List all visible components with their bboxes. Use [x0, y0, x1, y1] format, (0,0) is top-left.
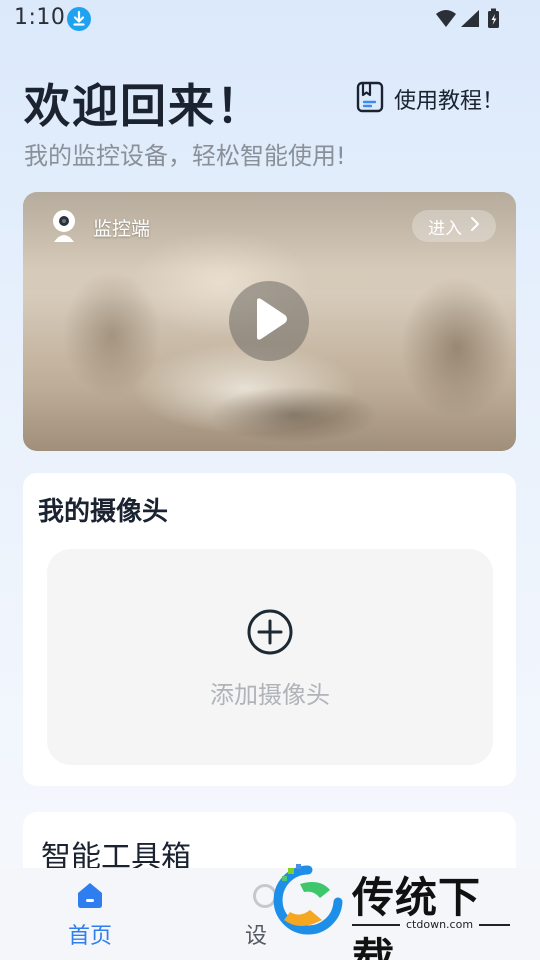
my-cameras-title: 我的摄像头: [38, 497, 169, 527]
add-camera-label: 添加摄像头: [210, 681, 330, 709]
signal-icon: [461, 10, 479, 27]
banner-label: 监控端: [93, 218, 151, 240]
watermark-url: ctdown.com: [400, 918, 480, 931]
book-icon: [356, 81, 384, 117]
nav-home[interactable]: 首页: [60, 880, 120, 952]
nav-device-label: 设: [245, 924, 268, 949]
status-bar: 1:10: [0, 0, 540, 40]
status-icons: [434, 8, 504, 30]
status-time: 1:10: [14, 5, 66, 30]
chevron-right-icon: [470, 216, 480, 237]
watermark-text: 传统下载: [352, 873, 482, 960]
battery-icon: [488, 8, 499, 28]
welcome-title: 欢迎回来！: [24, 79, 264, 133]
tutorial-label: 使用教程！: [393, 89, 504, 114]
welcome-subtitle: 我的监控设备，轻松智能使用!: [24, 142, 346, 170]
camera-icon: [49, 208, 79, 244]
download-icon: [67, 7, 91, 31]
add-camera-button[interactable]: 添加摄像头: [47, 549, 493, 765]
monitor-banner[interactable]: 监控端 进入: [23, 192, 516, 451]
play-icon: [249, 297, 289, 345]
my-cameras-card: 我的摄像头 添加摄像头: [23, 473, 516, 786]
home-icon: [75, 880, 105, 910]
plus-circle-icon: [246, 608, 294, 656]
nav-home-label: 首页: [67, 924, 112, 949]
enter-button[interactable]: 进入: [412, 210, 496, 242]
enter-label: 进入: [428, 218, 462, 239]
play-button[interactable]: [229, 281, 309, 361]
watermark-logo-icon: [270, 862, 346, 938]
watermark: 传统下载 ctdown.com: [268, 858, 518, 960]
wifi-icon: [436, 10, 456, 27]
tutorial-button[interactable]: 使用教程！: [356, 81, 504, 117]
